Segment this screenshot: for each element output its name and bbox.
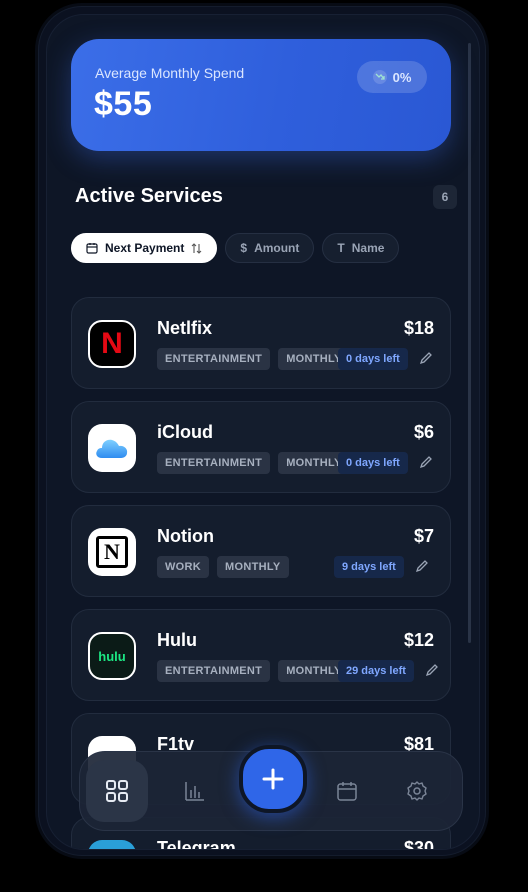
section-title: Active Services	[75, 185, 223, 207]
nav-calendar[interactable]	[316, 760, 378, 822]
sort-next-payment-label: Next Payment	[105, 241, 185, 255]
category-tag: WORK	[157, 556, 210, 578]
service-price: $18	[403, 318, 434, 338]
category-tag: ENTERTAINMENT	[157, 452, 271, 474]
hulu-logo-text: hulu	[98, 648, 126, 664]
service-card[interactable]: hulu Hulu $12 ENTERTAINMENT MONTHLY 29 d…	[71, 609, 451, 701]
average-spend-amount: $55	[94, 85, 153, 123]
service-price: $12	[403, 630, 434, 650]
add-service-button[interactable]	[239, 745, 307, 813]
days-left-badge: 9 days left	[334, 556, 404, 578]
days-left-badge: 0 days left	[338, 452, 408, 474]
days-left-badge: 29 days left	[338, 660, 414, 682]
notion-logo-letter: N	[104, 539, 120, 564]
sort-options: Next Payment $ Amount T Name	[71, 233, 400, 263]
category-tag: ENTERTAINMENT	[157, 660, 271, 682]
sort-direction-icon	[191, 242, 202, 254]
notion-logo-mark: N	[96, 536, 128, 568]
calendar-icon	[337, 782, 357, 801]
billing-cycle-tag: MONTHLY	[217, 556, 289, 578]
service-name: Hulu	[157, 630, 197, 650]
category-tag: ENTERTAINMENT	[157, 348, 271, 370]
netflix-logo-letter: N	[101, 327, 123, 360]
edit-icon[interactable]	[418, 350, 434, 366]
average-spend-label: Average Monthly Spend	[95, 65, 245, 81]
average-spend-card: Average Monthly Spend $55 0%	[71, 39, 451, 151]
service-tags: ENTERTAINMENT MONTHLY	[157, 660, 350, 682]
services-count-badge: 6	[433, 185, 457, 209]
service-price: $30	[403, 838, 434, 850]
settings-icon	[407, 781, 427, 801]
grid-icon	[106, 780, 128, 802]
service-tags: ENTERTAINMENT MONTHLY	[157, 452, 350, 474]
service-name: iCloud	[157, 422, 213, 442]
bar-chart-icon	[185, 782, 204, 801]
nav-analytics[interactable]	[164, 760, 226, 822]
nav-dashboard[interactable]	[86, 760, 148, 822]
notion-logo: N	[88, 528, 136, 576]
service-name: Netlfix	[157, 318, 213, 338]
dollar-icon: $	[240, 241, 248, 255]
text-icon: T	[337, 241, 345, 255]
service-name: Telegram	[157, 838, 236, 850]
service-price: $7	[413, 526, 434, 546]
service-tags: WORK MONTHLY	[157, 556, 289, 578]
trend-value: 0%	[392, 69, 412, 85]
hulu-logo: hulu	[88, 632, 136, 680]
service-card[interactable]: iCloud $6 ENTERTAINMENT MONTHLY 0 days l…	[71, 401, 451, 493]
edit-icon[interactable]	[424, 662, 440, 678]
service-price: $6	[413, 422, 434, 442]
trending-down-icon	[372, 70, 387, 84]
sort-name-button[interactable]: T Name	[322, 233, 400, 263]
service-card[interactable]: N Notion $7 WORK MONTHLY 9 days left	[71, 505, 451, 597]
service-card[interactable]: N Netlfix $18 ENTERTAINMENT MONTHLY 0 da…	[71, 297, 451, 389]
app-screen: Average Monthly Spend $55 0% Active Serv…	[46, 14, 480, 850]
phone-frame: Average Monthly Spend $55 0% Active Serv…	[38, 6, 486, 856]
days-left-badge: 0 days left	[338, 348, 408, 370]
service-tags: ENTERTAINMENT MONTHLY	[157, 348, 350, 370]
trend-badge: 0%	[357, 61, 427, 93]
sort-name-label: Name	[351, 241, 385, 255]
cloud-icon	[96, 439, 128, 458]
plus-icon	[262, 768, 284, 790]
edit-icon[interactable]	[414, 558, 430, 574]
sort-amount-label: Amount	[254, 241, 300, 255]
scrollbar[interactable]	[468, 43, 471, 643]
netflix-logo: N	[88, 320, 136, 368]
telegram-logo	[88, 840, 136, 849]
sort-amount-button[interactable]: $ Amount	[225, 233, 315, 263]
edit-icon[interactable]	[418, 454, 434, 470]
service-name: Notion	[157, 526, 214, 546]
sort-next-payment-button[interactable]: Next Payment	[71, 233, 218, 263]
nav-settings[interactable]	[386, 760, 448, 822]
calendar-icon	[86, 243, 98, 254]
icloud-logo	[88, 424, 136, 472]
